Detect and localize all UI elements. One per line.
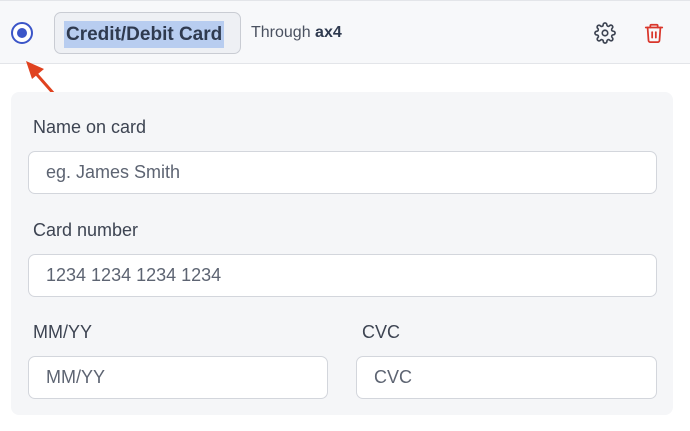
payment-method-page: Credit/Debit Card Through ax4 Name on ca… bbox=[0, 0, 690, 431]
expiry-label: MM/YY bbox=[33, 322, 93, 342]
payment-method-header: Credit/Debit Card Through ax4 bbox=[0, 0, 690, 64]
radio-selected-dot bbox=[17, 28, 27, 38]
delete-button[interactable] bbox=[641, 20, 667, 46]
cvc-label: CVC bbox=[362, 322, 401, 342]
name-on-card-label: Name on card bbox=[33, 117, 147, 137]
card-number-label: Card number bbox=[33, 220, 139, 240]
payment-method-label: Credit/Debit Card bbox=[64, 21, 225, 48]
payment-method-radio[interactable] bbox=[11, 22, 33, 44]
expiry-input[interactable] bbox=[28, 356, 328, 399]
trash-icon bbox=[644, 23, 664, 44]
cvc-input[interactable] bbox=[356, 356, 657, 399]
provider-name: ax4 bbox=[315, 24, 342, 41]
through-prefix: Through bbox=[251, 24, 311, 41]
provider-text: Through ax4 bbox=[251, 21, 342, 45]
card-number-input[interactable] bbox=[28, 254, 657, 297]
gear-icon bbox=[594, 22, 616, 44]
settings-button[interactable] bbox=[592, 20, 618, 46]
name-on-card-input[interactable] bbox=[28, 151, 657, 194]
card-form: Name on card Card number MM/YY CVC bbox=[11, 92, 673, 415]
payment-method-pill[interactable]: Credit/Debit Card bbox=[54, 12, 241, 54]
